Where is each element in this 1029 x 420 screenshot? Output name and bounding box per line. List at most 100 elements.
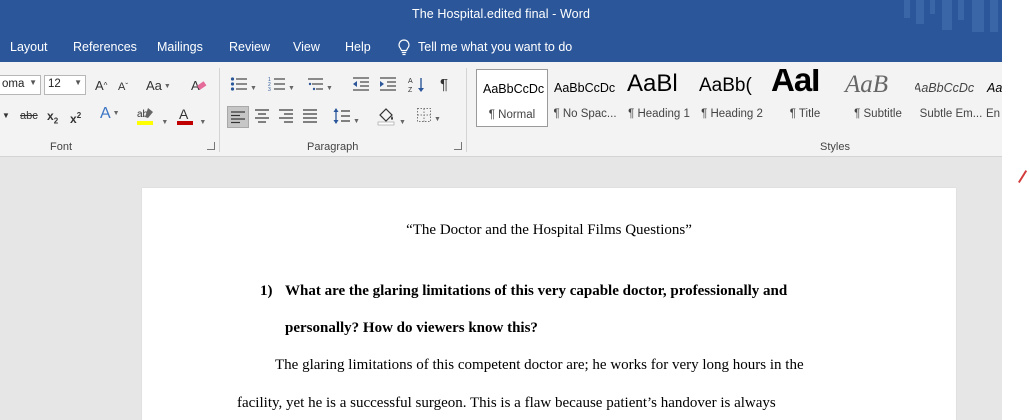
style-no-spacing[interactable]: AaBbCcDc ¶ No Spac... <box>549 69 621 127</box>
paragraph-group-label: Paragraph <box>307 141 359 153</box>
sort-button[interactable]: A Z <box>408 76 426 94</box>
tab-view[interactable]: View <box>293 40 320 54</box>
change-case-label: Aa <box>146 78 162 93</box>
line-spacing-button[interactable]: ▼ <box>333 107 360 125</box>
font-name-box[interactable]: oma ▼ <box>0 75 41 95</box>
svg-text:A: A <box>179 106 189 122</box>
decrease-indent-button[interactable] <box>352 76 370 94</box>
style-subtitle-name: ¶ Subtitle <box>854 108 902 120</box>
paragraph-dialog-launcher-icon[interactable] <box>454 142 462 150</box>
styles-gallery: AaBbCcDc ¶ Normal AaBbCcDc ¶ No Spac... … <box>475 69 1002 129</box>
clear-formatting-icon: A <box>191 78 207 93</box>
style-subtle-emphasis-name: Subtle Em... <box>919 108 983 120</box>
highlighter-icon: ab <box>137 108 153 125</box>
font-color-button[interactable]: A ▼ <box>176 106 207 126</box>
style-normal-name: ¶ Normal <box>488 109 536 121</box>
style-emphasis[interactable]: Aa En <box>985 69 1002 127</box>
font-size-value: 12 <box>48 78 61 90</box>
multilevel-list-button[interactable]: ▼ <box>306 76 333 94</box>
tell-me-text: Tell me what you want to do <box>418 40 573 54</box>
highlight-color-button[interactable]: ab ▼ <box>136 106 169 126</box>
align-left-button[interactable] <box>227 106 249 128</box>
style-subtitle[interactable]: AaB ¶ Subtitle <box>842 69 914 127</box>
borders-dropdown-icon: ▼ <box>434 115 441 123</box>
bullets-icon <box>230 77 247 91</box>
svg-text:3: 3 <box>268 87 271 92</box>
font-dialog-launcher-icon[interactable] <box>207 142 215 150</box>
tab-layout[interactable]: Layout <box>10 40 48 54</box>
grow-font-button[interactable]: A^ <box>95 77 107 95</box>
document-page[interactable]: “The Doctor and the Hospital Films Quest… <box>142 188 956 420</box>
style-subtitle-preview: AaB <box>845 71 889 98</box>
style-subtle-emphasis[interactable]: AaBbCcDc Subtle Em... <box>915 69 987 127</box>
answer-line-1: The glaring limitations of this competen… <box>275 357 804 373</box>
numbering-button[interactable]: 1 2 3 ▼ <box>268 76 295 94</box>
sort-icon: A Z <box>408 78 424 94</box>
numbering-dropdown-icon: ▼ <box>288 84 295 92</box>
tab-references[interactable]: References <box>73 40 137 54</box>
ribbon-tabs: Layout References Mailings Review View H… <box>0 32 1002 62</box>
pilcrow-icon: ¶ <box>440 76 449 93</box>
tab-mailings[interactable]: Mailings <box>157 40 203 54</box>
decrease-indent-icon <box>353 77 369 91</box>
tab-help[interactable]: Help <box>345 40 371 54</box>
borders-button[interactable]: ▼ <box>416 107 441 125</box>
style-title-name: ¶ Title <box>789 108 821 120</box>
justify-icon <box>303 109 317 123</box>
highlight-dropdown-icon: ▼ <box>161 118 169 126</box>
line-spacing-icon <box>333 108 350 124</box>
style-title[interactable]: AaI ¶ Title <box>769 69 841 127</box>
question-number: 1) <box>260 283 273 299</box>
font-color-icon: A <box>177 106 193 125</box>
borders-icon <box>417 108 431 122</box>
align-center-button[interactable] <box>253 108 271 126</box>
group-divider <box>219 68 220 152</box>
window-title: The Hospital.edited final - Word <box>411 7 591 21</box>
style-heading-1-name: ¶ Heading 1 <box>628 108 690 120</box>
line-spacing-dropdown-icon: ▼ <box>353 117 360 125</box>
svg-text:A: A <box>408 78 413 85</box>
font-size-box[interactable]: 12 ▼ <box>44 75 86 95</box>
font-name-value: oma <box>2 78 25 90</box>
style-heading-2[interactable]: AaBb( ¶ Heading 2 <box>696 69 768 127</box>
style-normal[interactable]: AaBbCcDc ¶ Normal <box>476 69 548 127</box>
svg-text:Z: Z <box>408 87 413 94</box>
shading-button[interactable]: ▼ <box>377 106 406 126</box>
numbering-icon: 1 2 3 <box>268 77 285 93</box>
tell-me-search[interactable]: Tell me what you want to do <box>398 37 572 57</box>
superscript-button[interactable]: x2 <box>70 107 81 126</box>
question-line-1: What are the glaring limitations of this… <box>285 283 788 299</box>
styles-group-label: Styles <box>820 141 850 153</box>
font-size-dropdown-icon[interactable]: ▼ <box>74 78 82 87</box>
justify-button[interactable] <box>301 108 319 126</box>
right-margin-area <box>1002 0 1029 420</box>
bullets-dropdown-icon: ▼ <box>250 84 257 92</box>
style-no-spacing-name: ¶ No Spac... <box>553 108 617 120</box>
increase-indent-icon <box>380 77 396 91</box>
title-bar: The Hospital.edited final - Word <box>0 0 1002 32</box>
lightbulb-icon <box>398 38 410 55</box>
subscript-button[interactable]: x2 <box>47 107 58 125</box>
show-formatting-marks-button[interactable]: ¶ <box>440 76 448 94</box>
clear-formatting-button[interactable]: A <box>190 76 208 94</box>
font-more-dropdown-icon[interactable]: ▼ <box>2 107 10 125</box>
style-title-preview: AaI <box>771 69 820 98</box>
document-title: “The Doctor and the Hospital Films Quest… <box>406 222 692 238</box>
shrink-font-button[interactable]: Aˇ <box>118 78 128 96</box>
tab-review[interactable]: Review <box>229 40 270 54</box>
change-case-button[interactable]: Aa ▼ <box>146 77 171 95</box>
font-color-dropdown-icon: ▼ <box>199 118 207 126</box>
increase-indent-button[interactable] <box>379 76 397 94</box>
align-right-button[interactable] <box>277 108 295 126</box>
bullets-button[interactable]: ▼ <box>230 76 257 94</box>
style-heading-1[interactable]: AaBl ¶ Heading 1 <box>623 69 695 127</box>
multilevel-list-dropdown-icon: ▼ <box>326 84 333 92</box>
text-effects-button[interactable]: A ▼ <box>100 105 120 123</box>
align-right-icon <box>279 109 293 123</box>
font-name-dropdown-icon[interactable]: ▼ <box>29 78 37 87</box>
strikethrough-button[interactable]: abc <box>20 107 38 125</box>
shading-dropdown-icon: ▼ <box>399 118 406 126</box>
text-effects-dropdown-icon: ▼ <box>112 110 120 117</box>
style-heading-1-preview: AaBl <box>627 70 678 97</box>
style-heading-2-name: ¶ Heading 2 <box>701 108 763 120</box>
